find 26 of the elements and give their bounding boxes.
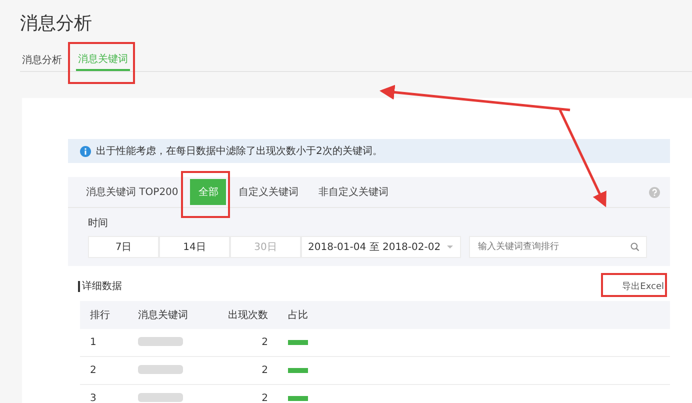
section-title: 详细数据 — [78, 281, 122, 292]
filter-tab[interactable]: 非自定义关键词 — [310, 179, 396, 205]
tab[interactable]: 消息分析 — [20, 49, 64, 71]
column-header: 占比 — [287, 308, 309, 322]
table-cell-text: 3 — [89, 393, 98, 403]
page-title: 消息分析 — [19, 12, 93, 36]
table-cell-text: 2 — [260, 337, 269, 348]
range-button[interactable]: 7日 — [88, 236, 159, 258]
column-header: 出现次数 — [227, 308, 269, 322]
range-button[interactable]: 14日 — [159, 236, 230, 258]
table-cell-text: 2 — [260, 393, 269, 403]
date-range-picker[interactable]: 2018-01-04 至 2018-02-02 — [301, 236, 461, 258]
info-icon — [80, 146, 91, 156]
table-cell-text: 2 — [89, 365, 98, 376]
search-icon — [630, 242, 640, 252]
caret-icon — [446, 243, 454, 251]
help-icon[interactable] — [649, 186, 660, 198]
table-cell-text: 2 — [260, 365, 269, 376]
table-cell-text: 1 — [89, 337, 98, 348]
column-header: 排行 — [89, 308, 111, 322]
column-header: 消息关键词 — [137, 308, 189, 322]
filter-tab[interactable]: 自定义关键词 — [230, 179, 306, 205]
search-field[interactable]: 输入关键词查询排行 — [469, 236, 647, 258]
time-label: 时间 — [88, 216, 109, 230]
filter-tab[interactable]: 消息关键词 TOP200 — [78, 179, 186, 205]
notice-text: 出于性能考虑，在每日数据中滤除了出现次数小于2次的关键词。 — [96, 144, 382, 158]
